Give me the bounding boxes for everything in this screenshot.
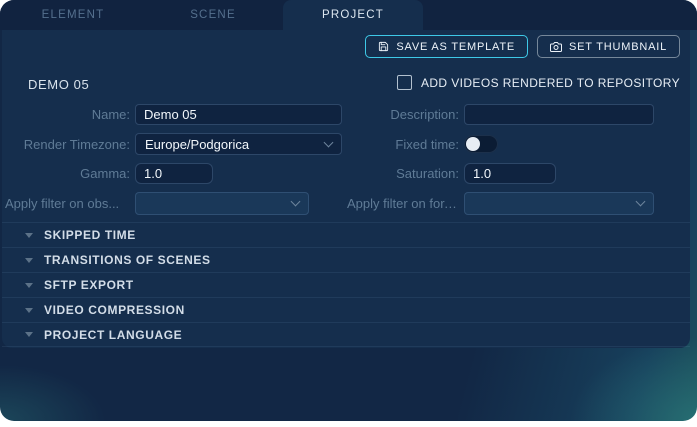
section-label: SFTP EXPORT	[44, 278, 134, 292]
tab-scene-label: SCENE	[190, 9, 236, 21]
section-project-language[interactable]: PROJECT LANGUAGE	[2, 322, 690, 347]
save-as-template-button[interactable]: SAVE AS TEMPLATE	[365, 35, 528, 58]
saturation-input[interactable]	[464, 163, 556, 184]
render-timezone-select[interactable]: Europe/Podgorica	[135, 133, 342, 155]
collapse-triangle-icon	[25, 308, 33, 313]
gamma-label: Gamma:	[5, 166, 130, 181]
tab-project-label: PROJECT	[322, 9, 384, 21]
app-window: ELEMENT SCENE PROJECT SAVE AS TEMPLATE S	[0, 0, 697, 421]
section-label: TRANSITIONS OF SCENES	[44, 253, 211, 267]
section-skipped-time[interactable]: SKIPPED TIME	[2, 222, 690, 247]
save-icon	[378, 41, 389, 52]
project-settings-form: Name: Description: Render Timezone: Euro…	[5, 104, 685, 215]
section-label: PROJECT LANGUAGE	[44, 328, 182, 342]
render-timezone-value: Europe/Podgorica	[145, 137, 249, 152]
collapse-triangle-icon	[25, 233, 33, 238]
tab-bar: ELEMENT SCENE PROJECT	[0, 0, 697, 30]
collapse-triangle-icon	[25, 332, 33, 337]
filter-for-select[interactable]	[464, 192, 654, 215]
save-as-template-label: SAVE AS TEMPLATE	[396, 41, 515, 53]
project-title: DEMO 05	[28, 77, 89, 92]
tab-element[interactable]: ELEMENT	[3, 0, 143, 30]
content-panel: SAVE AS TEMPLATE SET THUMBNAIL DEMO 05 A…	[2, 30, 690, 348]
saturation-label: Saturation:	[347, 166, 459, 181]
section-sftp-export[interactable]: SFTP EXPORT	[2, 272, 690, 297]
filter-obs-select[interactable]	[135, 192, 309, 215]
tab-scene[interactable]: SCENE	[143, 0, 283, 30]
page: ELEMENT SCENE PROJECT SAVE AS TEMPLATE S	[0, 0, 697, 427]
description-input[interactable]	[464, 104, 654, 125]
camera-icon	[550, 41, 562, 53]
fixed-time-label: Fixed time:	[347, 137, 459, 152]
set-thumbnail-label: SET THUMBNAIL	[569, 41, 667, 53]
section-label: SKIPPED TIME	[44, 228, 136, 242]
collapse-triangle-icon	[25, 283, 33, 288]
description-label: Description:	[347, 107, 459, 122]
toolbar: SAVE AS TEMPLATE SET THUMBNAIL	[365, 35, 680, 58]
tab-element-label: ELEMENT	[42, 9, 105, 21]
section-label: VIDEO COMPRESSION	[44, 303, 185, 317]
set-thumbnail-button[interactable]: SET THUMBNAIL	[537, 35, 680, 58]
render-timezone-label: Render Timezone:	[5, 137, 130, 152]
add-videos-checkbox[interactable]	[397, 75, 412, 90]
fixed-time-toggle[interactable]	[464, 135, 498, 153]
filter-obs-label: Apply filter on obs...	[5, 196, 130, 211]
filter-for-label: Apply filter on for. ...	[347, 196, 459, 211]
section-video-compression[interactable]: VIDEO COMPRESSION	[2, 297, 690, 322]
section-transitions-of-scenes[interactable]: TRANSITIONS OF SCENES	[2, 247, 690, 272]
gamma-input[interactable]	[135, 163, 213, 184]
add-videos-label: ADD VIDEOS RENDERED TO REPOSITORY	[421, 76, 680, 90]
collapsible-sections: SKIPPED TIME TRANSITIONS OF SCENES SFTP …	[2, 222, 690, 347]
chevron-down-icon	[291, 197, 301, 207]
chevron-down-icon	[636, 197, 646, 207]
name-label: Name:	[5, 107, 130, 122]
collapse-triangle-icon	[25, 258, 33, 263]
name-input[interactable]	[135, 104, 342, 125]
tab-project[interactable]: PROJECT	[283, 0, 423, 30]
toggle-knob	[466, 137, 480, 151]
add-videos-checkbox-row[interactable]: ADD VIDEOS RENDERED TO REPOSITORY	[397, 75, 680, 90]
chevron-down-icon	[324, 137, 334, 147]
